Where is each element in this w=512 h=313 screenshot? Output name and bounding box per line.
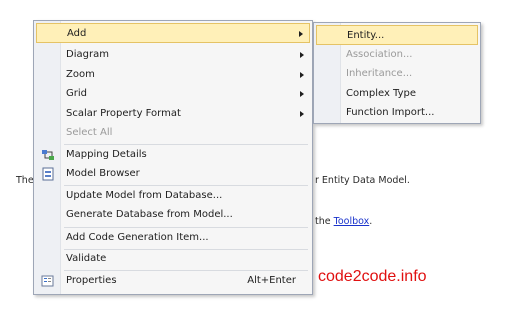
- menu-item-label: Grid: [66, 88, 87, 99]
- watermark: code2code.info: [318, 268, 427, 285]
- submenu-arrow-icon: [300, 111, 304, 117]
- menu-item-label: Diagram: [66, 49, 109, 60]
- submenu-item-label: Entity...: [347, 30, 385, 41]
- background-text-suffix: .: [369, 216, 373, 227]
- properties-icon: [41, 274, 55, 288]
- submenu-item-label: Complex Type: [346, 88, 417, 99]
- menu-item-update-model[interactable]: Update Model from Database...: [36, 186, 310, 206]
- menu-item-model-browser[interactable]: Model Browser: [36, 164, 310, 184]
- submenu-item-label: Association...: [346, 49, 413, 60]
- submenu-item-inheritance[interactable]: Inheritance...: [316, 64, 478, 84]
- menu-item-grid[interactable]: Grid: [36, 84, 310, 104]
- submenu-item-association[interactable]: Association...: [316, 45, 478, 65]
- menu-item-add[interactable]: Add: [36, 23, 310, 43]
- menu-item-label: Add Code Generation Item...: [66, 232, 209, 243]
- menu-item-select-all[interactable]: Select All: [36, 123, 310, 143]
- add-submenu: Entity... Association... Inheritance... …: [313, 22, 481, 124]
- menu-item-label: Scalar Property Format: [66, 108, 181, 119]
- menu-item-diagram[interactable]: Diagram: [36, 45, 310, 65]
- background-text-left: The: [16, 175, 34, 186]
- context-menu: Add Diagram Zoom Grid Scalar Property Fo…: [33, 20, 313, 295]
- menu-item-label: Properties: [66, 275, 117, 286]
- menu-item-mapping-details[interactable]: Mapping Details: [36, 145, 310, 165]
- submenu-item-label: Function Import...: [346, 107, 435, 118]
- menu-item-generate-database[interactable]: Generate Database from Model...: [36, 205, 310, 225]
- menu-item-shortcut: Alt+Enter: [247, 275, 296, 286]
- model-browser-icon: [41, 167, 55, 181]
- menu-item-label: Add: [67, 28, 87, 39]
- submenu-arrow-icon: [300, 52, 304, 58]
- menu-item-scalar-property-format[interactable]: Scalar Property Format: [36, 104, 310, 124]
- menu-item-label: Validate: [66, 253, 107, 264]
- menu-item-validate[interactable]: Validate: [36, 249, 310, 269]
- menu-item-label: Update Model from Database...: [66, 190, 223, 201]
- background-text-right: r Entity Data Model.: [315, 175, 410, 186]
- menu-item-label: Select All: [66, 127, 113, 138]
- menu-item-label: Model Browser: [66, 168, 140, 179]
- toolbox-link[interactable]: Toolbox: [334, 216, 370, 227]
- mapping-details-icon: [41, 148, 55, 162]
- menu-item-properties[interactable]: Properties Alt+Enter: [36, 271, 310, 291]
- menu-item-label: Mapping Details: [66, 149, 147, 160]
- menu-item-label: Zoom: [66, 69, 95, 80]
- menu-item-zoom[interactable]: Zoom: [36, 65, 310, 85]
- submenu-item-function-import[interactable]: Function Import...: [316, 103, 478, 123]
- submenu-arrow-icon: [300, 91, 304, 97]
- submenu-item-complex-type[interactable]: Complex Type: [316, 84, 478, 104]
- background-text-prefix: the: [315, 216, 331, 227]
- submenu-item-entity[interactable]: Entity...: [316, 25, 478, 45]
- submenu-item-label: Inheritance...: [346, 68, 413, 79]
- menu-item-add-code-generation[interactable]: Add Code Generation Item...: [36, 228, 310, 248]
- submenu-arrow-icon: [299, 31, 303, 37]
- background-text-line2: the Toolbox.: [315, 216, 372, 227]
- menu-item-label: Generate Database from Model...: [66, 209, 233, 220]
- submenu-arrow-icon: [300, 72, 304, 78]
